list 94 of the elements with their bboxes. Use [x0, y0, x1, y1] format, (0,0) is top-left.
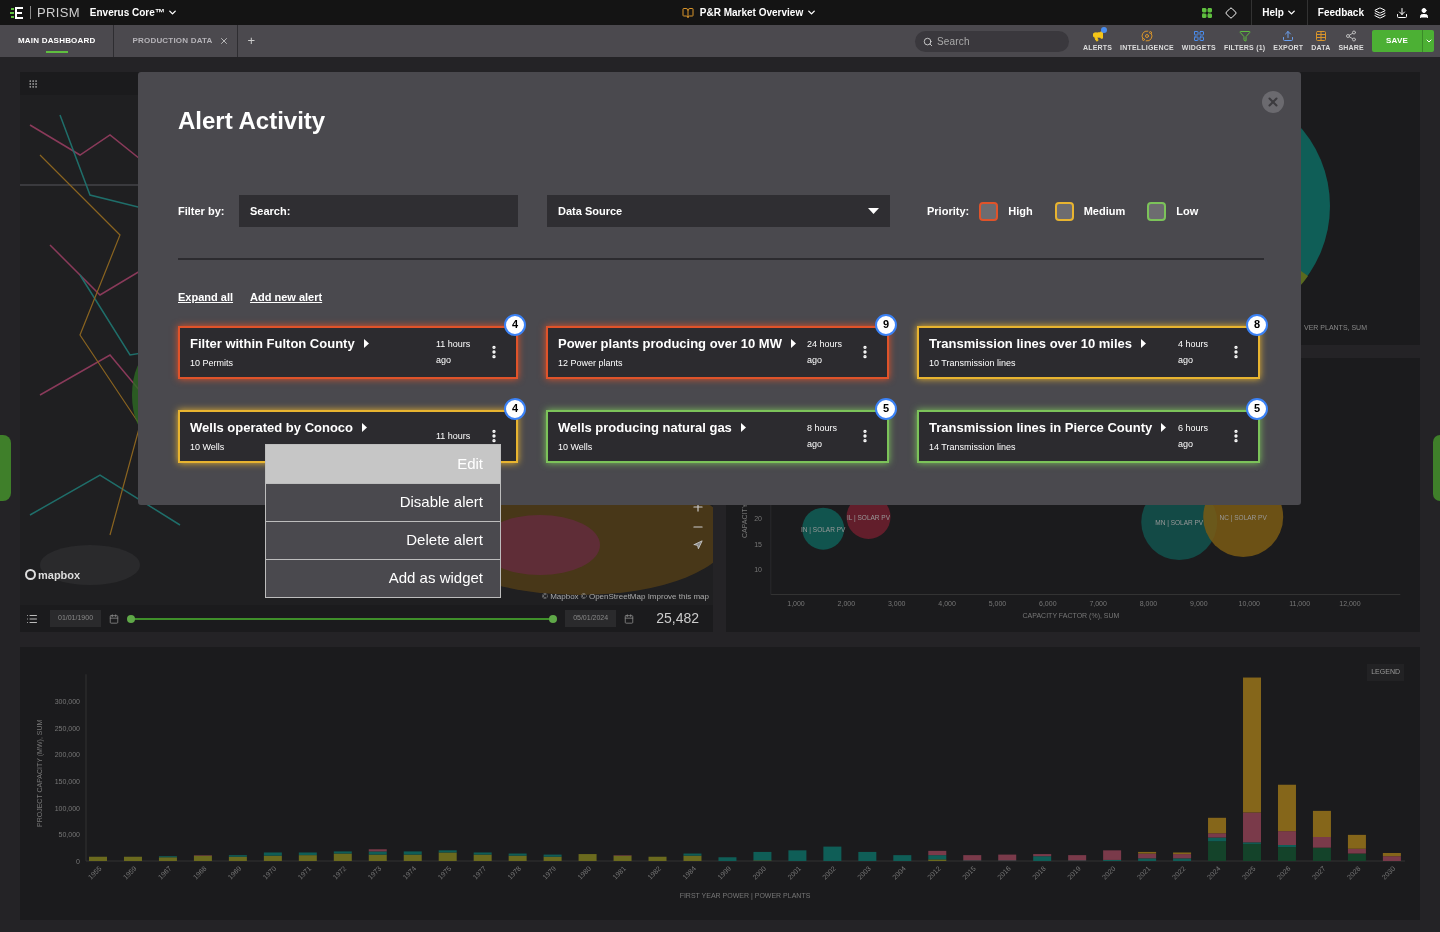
table-icon [1314, 30, 1327, 42]
alert-count-badge: 4 [504, 313, 526, 336]
alert-title: Transmission lines over 10 miles [929, 335, 1133, 353]
map-attribution: © Mapbox © OpenStreetMap Improve this map [542, 591, 709, 603]
caret-icon [1285, 7, 1297, 18]
alert-title: Power plants producing over 10 MW [558, 335, 782, 353]
alert-count-badge: 9 [875, 313, 897, 336]
priority-option-label: High [1008, 203, 1033, 219]
feedback-button[interactable]: Feedback [1307, 5, 1374, 20]
side-panel-handle[interactable] [1433, 435, 1440, 501]
modal-link[interactable]: Expand all [178, 289, 234, 306]
dashboard-tab[interactable]: PRODUCTION DATA [114, 25, 231, 57]
diamond-icon[interactable] [1225, 6, 1238, 19]
caret-icon [166, 7, 178, 18]
bar-segment [578, 854, 597, 861]
megaphone-icon [1091, 30, 1104, 42]
alert-subtitle: 14 Transmission lines [929, 440, 1017, 454]
alert-time: 24 hours ago [807, 338, 844, 367]
caret-right-icon [740, 423, 746, 433]
search-field[interactable]: Search: [239, 195, 518, 227]
grid-icon [1192, 30, 1205, 42]
layers-icon[interactable] [1374, 6, 1386, 19]
brand-name: PRISM [37, 3, 80, 22]
alert-count-badge: 8 [1246, 313, 1268, 336]
alert-count-badge: 4 [504, 397, 526, 420]
alert-time: 8 hours ago [807, 422, 839, 451]
logo-icon [10, 6, 24, 19]
alert-title: Transmission lines in Pierce County [929, 419, 1153, 437]
priority-checkbox[interactable] [1054, 201, 1074, 221]
bar-segment [823, 846, 842, 861]
caret-right-icon [362, 423, 367, 433]
alert-subtitle: 10 Wells [558, 440, 594, 454]
workspace-dropdown[interactable]: Enverus Core™ [89, 5, 178, 20]
share-icon [1345, 30, 1358, 42]
alert-title: Wells operated by Conoco [190, 419, 353, 437]
drag-handle-icon[interactable] [28, 78, 38, 89]
priority-checkbox[interactable] [1147, 201, 1167, 221]
upload-icon [1282, 30, 1295, 42]
alert-time: 11 hours [436, 430, 472, 443]
side-panel-handle[interactable] [0, 435, 11, 501]
bar-segment [648, 856, 667, 861]
dashboard-grid-icon[interactable] [1201, 6, 1214, 19]
caret-icon [806, 7, 818, 18]
compass-icon[interactable] [693, 540, 703, 550]
bar-segment [718, 857, 737, 861]
dashboard-title-dropdown[interactable]: P&R Market Overview [699, 5, 818, 20]
close-icon [1266, 95, 1280, 109]
modal-link[interactable]: Add new alert [250, 289, 323, 306]
priority-option-label: Medium [1083, 203, 1126, 219]
alert-title: Filter within Fulton County [190, 335, 355, 353]
search-icon [922, 36, 933, 47]
bar-segment [123, 856, 142, 861]
alert-count-badge: 5 [875, 397, 897, 420]
legend-list-icon[interactable] [26, 612, 38, 625]
book-icon [681, 6, 694, 19]
priority-checkbox[interactable] [979, 201, 999, 221]
filter-icon [1238, 30, 1251, 42]
download-icon[interactable] [1396, 6, 1408, 19]
mapbox-logo: mapbox [38, 567, 81, 583]
bar-segment [788, 850, 807, 861]
alert-subtitle: 10 Permits [190, 356, 234, 370]
alert-time: 11 hours ago [436, 338, 472, 367]
bar-segment [858, 851, 877, 861]
calendar-icon[interactable] [624, 613, 635, 624]
alert-subtitle: 10 Wells [190, 440, 226, 454]
data-source-dropdown[interactable]: Data Source [547, 195, 890, 227]
priority-option-label: Low [1176, 203, 1199, 219]
bar-segment [89, 856, 107, 861]
add-tab-button[interactable]: + [237, 25, 266, 57]
help-menu[interactable]: Help [1252, 5, 1307, 20]
caret-right-icon [363, 339, 369, 349]
orbit-icon [1141, 30, 1153, 42]
alert-count-badge: 5 [1246, 397, 1268, 420]
mapbox-logo-icon [25, 569, 36, 581]
dashboard-tab[interactable]: MAIN DASHBOARD [0, 25, 114, 57]
search-field[interactable]: Search [914, 30, 1069, 52]
alert-time: 4 hours ago [1178, 338, 1210, 367]
alert-time: 6 hours ago [1178, 422, 1210, 451]
filter-label: Filter by: [178, 203, 226, 219]
caret-right-icon [1161, 423, 1167, 433]
alert-subtitle: 12 Power plants [558, 356, 624, 370]
record-count: 25,482 [656, 609, 699, 628]
caret-icon [1424, 37, 1433, 45]
alert-subtitle: 10 Transmission lines [929, 356, 1017, 370]
bar-segment [893, 855, 912, 861]
priority-label: Priority: [927, 203, 970, 219]
modal-title: Alert Activity [178, 106, 327, 136]
caret-right-icon [1141, 339, 1147, 349]
user-icon[interactable] [1418, 6, 1430, 19]
close-tab-icon[interactable] [218, 36, 229, 46]
alert-title: Wells producing natural gas [558, 419, 732, 437]
calendar-icon[interactable] [109, 613, 120, 624]
caret-right-icon [790, 339, 796, 349]
caret-icon [868, 208, 879, 214]
